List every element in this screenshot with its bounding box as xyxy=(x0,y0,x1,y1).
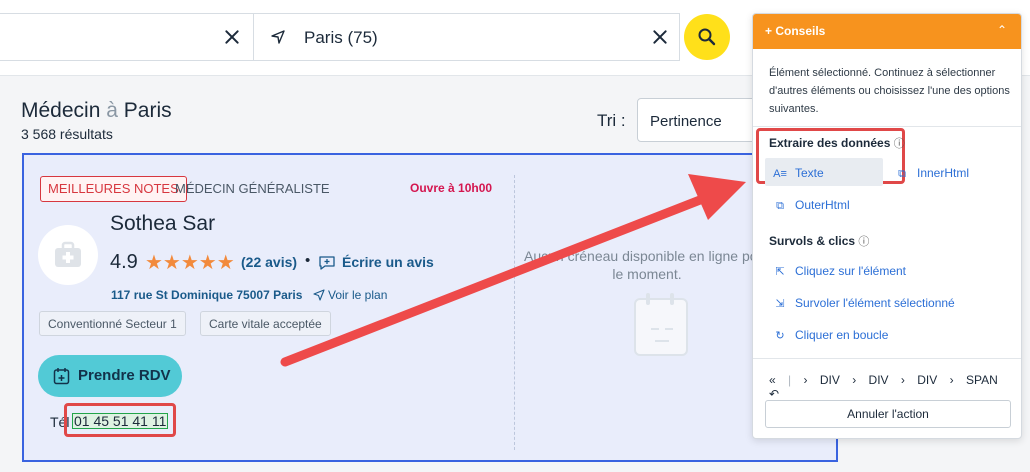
panel-title: + Conseils xyxy=(765,24,826,38)
breadcrumb-item[interactable]: DIV xyxy=(869,373,889,387)
rating-value: 4.9 xyxy=(110,251,138,273)
collapse-left-icon[interactable]: « xyxy=(769,373,776,387)
page-title: Médecin à Paris xyxy=(21,99,172,123)
breadcrumb-item[interactable]: DIV xyxy=(917,373,937,387)
card-divider xyxy=(514,175,515,450)
hover-section-label: Survols & clics xyxy=(769,234,856,248)
location-arrow-icon xyxy=(271,30,285,44)
info-icon: ⓘ xyxy=(893,138,905,150)
write-review-link[interactable]: Écrire un avis xyxy=(342,254,434,270)
tag-vitale: Carte vitale acceptée xyxy=(200,311,331,336)
loop-icon: ↻ xyxy=(775,330,785,342)
hover-icon: ⇲ xyxy=(775,298,785,310)
location-search-field[interactable]: Paris (75) xyxy=(254,13,680,61)
text-icon: A≡ xyxy=(773,168,787,180)
reviews-link[interactable]: (22 avis) xyxy=(241,254,297,270)
extract-section-title: Extraire des données ⓘ xyxy=(769,135,905,151)
avatar xyxy=(38,225,98,285)
code-window-icon: ⧉ xyxy=(898,168,906,180)
info-icon: ⓘ xyxy=(858,236,870,248)
extract-text-option[interactable]: A≡ Texte xyxy=(773,166,824,180)
breadcrumb-item[interactable]: DIV xyxy=(820,373,840,387)
advice-panel: + Conseils ⌃ Élément sélectionné. Contin… xyxy=(752,13,1022,439)
title-city: Paris xyxy=(123,99,172,122)
sort-select[interactable]: Pertinence xyxy=(637,98,767,142)
breadcrumb-item[interactable]: SPAN xyxy=(966,373,998,387)
extract-innerhtml-option[interactable]: ⧉ InnerHtml xyxy=(895,166,969,181)
cancel-action-button[interactable]: Annuler l'action xyxy=(765,400,1011,428)
collapse-icon[interactable]: ⌃ xyxy=(997,23,1007,37)
chevron-right-icon: › xyxy=(900,373,905,387)
extract-innerhtml-label: InnerHtml xyxy=(917,166,970,180)
panel-divider xyxy=(753,126,1021,127)
title-joiner: à xyxy=(106,99,118,122)
search-button[interactable] xyxy=(684,14,730,60)
search-icon xyxy=(698,28,716,46)
clear-icon[interactable] xyxy=(650,27,670,47)
pointer-click-icon: ⇱ xyxy=(775,266,785,278)
no-slot-message: Aucun créneau disponible en ligne pour l… xyxy=(524,248,770,282)
panel-divider xyxy=(753,358,1021,359)
panel-description: Élément sélectionné. Continuez à sélecti… xyxy=(769,67,1010,115)
calendar-empty-icon xyxy=(634,293,688,356)
address-link[interactable]: 117 rue St Dominique 75007 Paris xyxy=(111,288,302,302)
book-appointment-label: Prendre RDV xyxy=(78,367,171,384)
doctor-name[interactable]: Sothea Sar xyxy=(110,212,215,236)
top-rated-badge: MEILLEURES NOTES xyxy=(40,176,187,202)
title-specialty: Médecin xyxy=(21,99,101,122)
rating-stars: ★★★★★ xyxy=(145,252,235,274)
phone-highlight-box: 01 45 51 41 11 xyxy=(64,403,176,437)
results-count: 3 568 résultats xyxy=(21,126,113,142)
sort-label: Tri : xyxy=(597,111,626,130)
book-appointment-button[interactable]: Prendre RDV xyxy=(38,355,182,397)
navigation-icon xyxy=(313,289,325,301)
breadcrumb-separator: | xyxy=(788,373,792,387)
undo-icon[interactable]: ↶ xyxy=(769,387,779,401)
code-window-icon: ⧉ xyxy=(776,200,784,212)
separator-dot: • xyxy=(305,252,311,269)
extract-section-label: Extraire des données xyxy=(769,136,891,150)
chevron-right-icon: › xyxy=(949,373,954,387)
hover-element-label: Survoler l'élément sélectionné xyxy=(795,296,955,310)
medical-kit-icon xyxy=(55,241,81,267)
hover-section-title: Survols & clics ⓘ xyxy=(769,233,869,249)
extract-outerhtml-option[interactable]: ⧉ OuterHtml xyxy=(773,198,850,213)
chevron-right-icon: › xyxy=(803,373,808,387)
element-breadcrumb: « | › DIV › DIV › DIV › SPAN ↶ xyxy=(769,373,1021,401)
extract-outerhtml-label: OuterHtml xyxy=(795,198,850,212)
chevron-right-icon: › xyxy=(852,373,857,387)
specialty-label: MÉDECIN GÉNÉRALISTE xyxy=(175,181,330,196)
result-card: MEILLEURES NOTES MÉDECIN GÉNÉRALISTE Ouv… xyxy=(22,153,838,462)
loop-click-label: Cliquer en boucle xyxy=(795,328,889,342)
location-input[interactable]: Paris (75) xyxy=(304,28,378,48)
extract-text-label: Texte xyxy=(795,166,824,180)
clear-icon[interactable] xyxy=(222,27,242,47)
map-link[interactable]: Voir le plan xyxy=(328,288,387,302)
click-element-option[interactable]: ⇱ Cliquez sur l'élément xyxy=(773,264,906,278)
panel-header[interactable]: + Conseils ⌃ xyxy=(753,14,1021,49)
opening-status: Ouvre à 10h00 xyxy=(410,181,493,195)
loop-click-option[interactable]: ↻ Cliquer en boucle xyxy=(773,328,888,342)
comment-plus-icon xyxy=(319,256,335,270)
calendar-plus-icon xyxy=(53,368,70,385)
phone-number[interactable]: 01 45 51 41 11 xyxy=(72,413,169,429)
tag-sector: Conventionné Secteur 1 xyxy=(39,311,186,336)
click-element-label: Cliquez sur l'élément xyxy=(795,264,907,278)
hover-element-option[interactable]: ⇲ Survoler l'élément sélectionné xyxy=(773,296,955,310)
specialty-search-field[interactable] xyxy=(0,13,254,61)
